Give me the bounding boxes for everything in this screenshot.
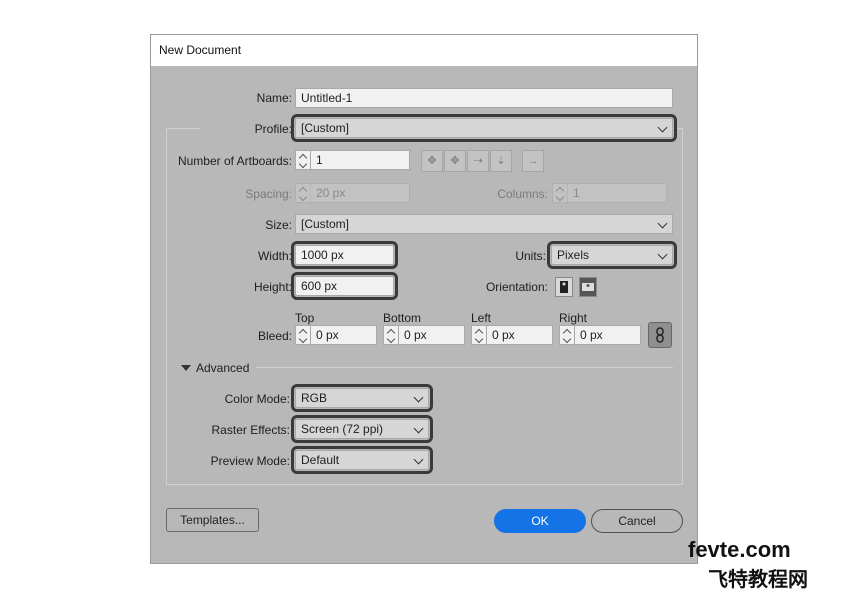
- landscape-orientation-icon[interactable]: [579, 277, 597, 297]
- orientation-label: Orientation:: [485, 280, 548, 294]
- width-input[interactable]: 1000 px: [291, 241, 398, 269]
- watermark-site-name: 飞特教程网: [708, 569, 808, 591]
- raster-effects-value: Screen (72 ppi): [301, 422, 384, 436]
- cancel-button[interactable]: Cancel: [591, 509, 683, 533]
- triangle-down-icon[interactable]: [181, 365, 191, 371]
- grid-by-column-icon[interactable]: ✥: [444, 150, 466, 172]
- bleed-bottom-label: Bottom: [383, 311, 422, 325]
- bleed-left-label: Left: [471, 311, 492, 325]
- portrait-orientation-icon[interactable]: [555, 277, 573, 297]
- ok-button[interactable]: OK: [494, 509, 586, 533]
- columns-value: 1: [573, 186, 580, 200]
- chevron-down-icon: [657, 218, 668, 229]
- grid-by-row-icon[interactable]: ✥: [421, 150, 443, 172]
- color-mode-dropdown[interactable]: RGB: [291, 384, 433, 412]
- columns-stepper[interactable]: 1: [552, 183, 667, 204]
- arrange-by-column-icon[interactable]: ⇣: [490, 150, 512, 172]
- raster-effects-label: Raster Effects:: [211, 423, 290, 437]
- color-mode-label: Color Mode:: [224, 392, 290, 406]
- preview-mode-dropdown[interactable]: Default: [291, 446, 433, 474]
- chevron-down-icon: [413, 423, 424, 434]
- columns-label: Columns:: [497, 187, 548, 201]
- profile-dropdown[interactable]: [Custom]: [291, 114, 677, 142]
- chevron-down-icon: [413, 392, 424, 403]
- advanced-label[interactable]: Advanced: [196, 361, 249, 375]
- arrange-by-row-icon[interactable]: ⇢: [467, 150, 489, 172]
- artboards-label: Number of Artboards:: [177, 154, 292, 168]
- bleed-right-stepper[interactable]: 0 px: [559, 325, 641, 346]
- bleed-top-stepper[interactable]: 0 px: [295, 325, 377, 346]
- bleed-left-value: 0 px: [492, 328, 515, 342]
- color-mode-value: RGB: [301, 391, 328, 405]
- bleed-right-value: 0 px: [580, 328, 603, 342]
- dialog-title: New Document: [159, 43, 242, 57]
- height-input[interactable]: 600 px: [291, 272, 398, 300]
- spacing-value: 20 px: [316, 186, 346, 200]
- chevron-down-icon: [657, 122, 668, 133]
- size-label: Size:: [265, 218, 292, 232]
- stepper-arrows-icon: [296, 184, 311, 204]
- layout-direction-icon[interactable]: →: [522, 150, 544, 172]
- size-value: [Custom]: [301, 217, 350, 231]
- bleed-left-stepper[interactable]: 0 px: [471, 325, 553, 346]
- units-label: Units:: [515, 249, 546, 263]
- bleed-label: Bleed:: [257, 329, 292, 343]
- advanced-divider: [256, 367, 673, 368]
- bleed-top-value: 0 px: [316, 328, 339, 342]
- name-label: Name:: [256, 91, 292, 105]
- stepper-arrows-icon[interactable]: [296, 326, 311, 346]
- units-dropdown[interactable]: Pixels: [547, 241, 677, 269]
- spacing-stepper[interactable]: 20 px: [295, 183, 410, 204]
- bleed-bottom-stepper[interactable]: 0 px: [383, 325, 465, 346]
- artboards-stepper[interactable]: 1: [295, 150, 410, 171]
- link-bleed-icon[interactable]: [648, 322, 672, 348]
- bleed-bottom-value: 0 px: [404, 328, 427, 342]
- height-label: Height:: [253, 280, 292, 294]
- preview-mode-value: Default: [301, 453, 340, 467]
- profile-label: Profile:: [200, 122, 292, 136]
- chevron-down-icon: [657, 249, 668, 260]
- preview-mode-label: Preview Mode:: [210, 454, 290, 468]
- watermark-domain: fevte.com: [688, 537, 791, 562]
- profile-value: [Custom]: [301, 121, 350, 135]
- stepper-arrows-icon[interactable]: [296, 151, 311, 171]
- name-input[interactable]: Untitled-1: [295, 88, 673, 108]
- stepper-arrows-icon: [553, 184, 568, 204]
- units-value: Pixels: [557, 248, 590, 262]
- stepper-arrows-icon[interactable]: [560, 326, 575, 346]
- spacing-label: Spacing:: [245, 187, 292, 201]
- raster-effects-dropdown[interactable]: Screen (72 ppi): [291, 415, 433, 443]
- size-dropdown[interactable]: [Custom]: [295, 214, 673, 234]
- templates-button[interactable]: Templates...: [166, 508, 259, 532]
- artboards-value: 1: [316, 153, 323, 167]
- stepper-arrows-icon[interactable]: [384, 326, 399, 346]
- bleed-top-label: Top: [295, 311, 315, 325]
- bleed-right-label: Right: [559, 311, 588, 325]
- stepper-arrows-icon[interactable]: [472, 326, 487, 346]
- width-label: Width:: [257, 249, 292, 263]
- chevron-down-icon: [413, 454, 424, 465]
